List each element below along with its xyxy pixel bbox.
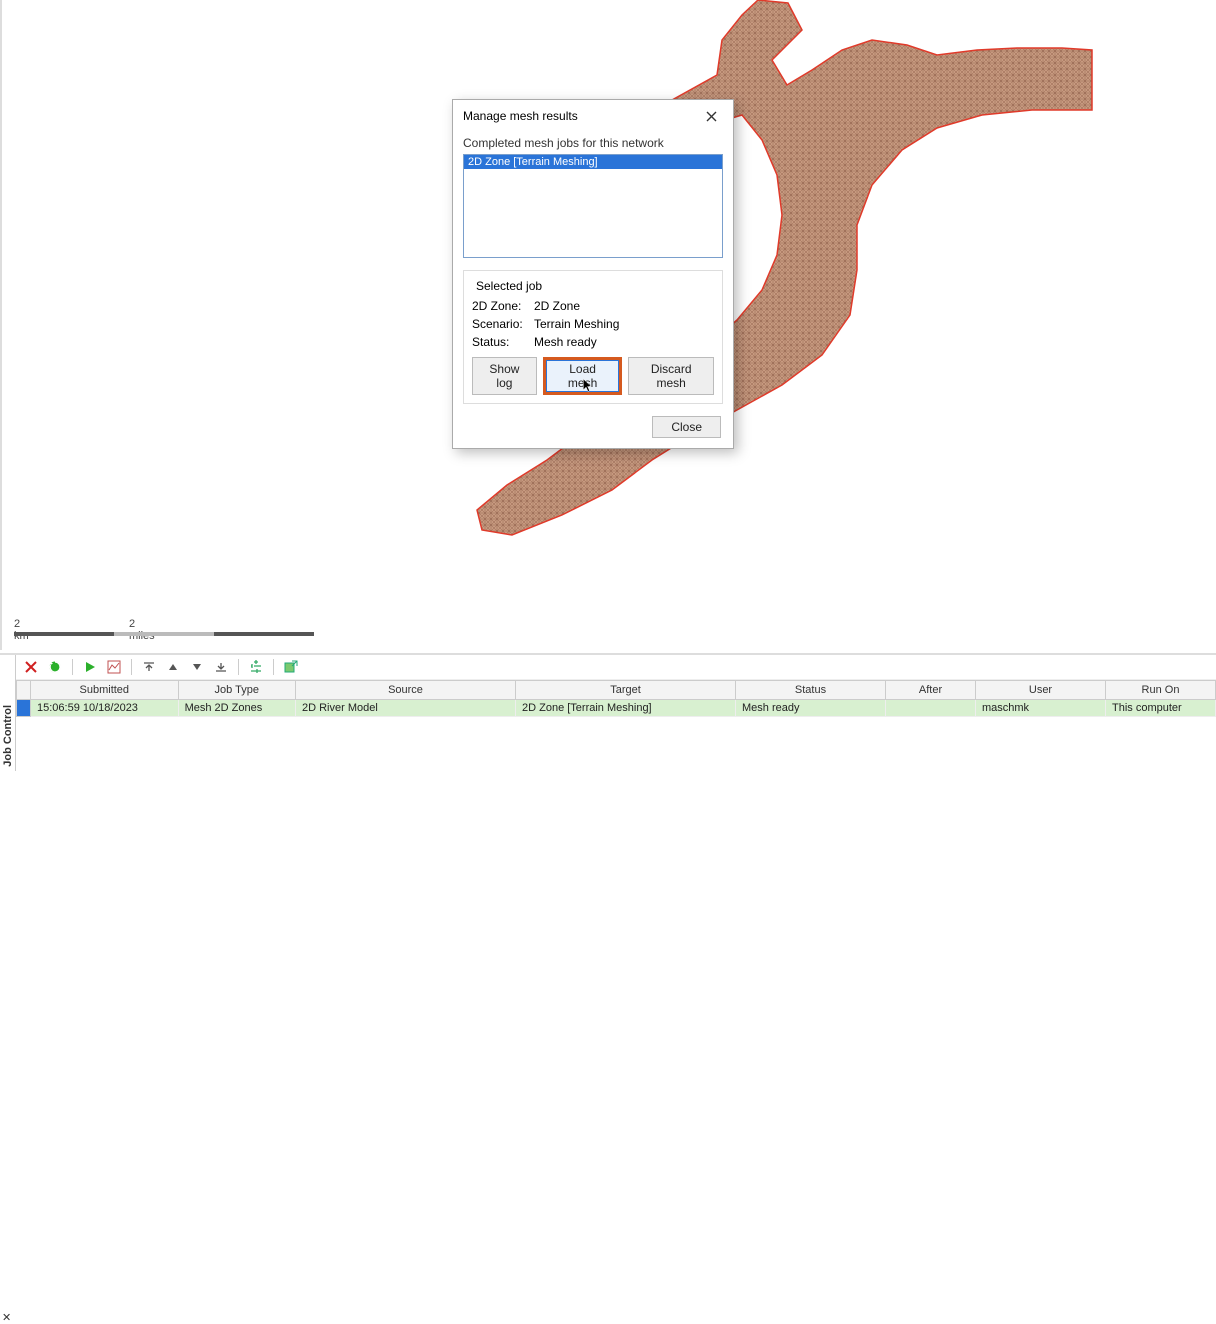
job-grid[interactable]: Submitted Job Type Source Target Status … xyxy=(16,680,1216,771)
job-control-tab[interactable]: ✕ Job Control xyxy=(0,655,16,771)
cell-after xyxy=(886,700,976,717)
status-label: Status: xyxy=(472,335,534,349)
col-submitted[interactable]: Submitted xyxy=(31,681,179,700)
job-control-panel: ✕ Job Control Submitted xyxy=(0,653,1216,771)
cell-source: 2D River Model xyxy=(296,700,516,717)
cell-target: 2D Zone [Terrain Meshing] xyxy=(516,700,736,717)
delete-icon[interactable] xyxy=(22,658,40,676)
job-list[interactable]: 2D Zone [Terrain Meshing] xyxy=(463,154,723,258)
col-source[interactable]: Source xyxy=(296,681,516,700)
chart-icon[interactable] xyxy=(105,658,123,676)
row-selector[interactable] xyxy=(17,700,31,717)
scenario-value: Terrain Meshing xyxy=(534,317,714,331)
completed-jobs-label: Completed mesh jobs for this network xyxy=(463,136,723,150)
panel-close-icon[interactable]: ✕ xyxy=(2,1311,11,1324)
scale-km-label: 2 km xyxy=(14,618,29,642)
col-status[interactable]: Status xyxy=(736,681,886,700)
col-user[interactable]: User xyxy=(976,681,1106,700)
top-icon[interactable] xyxy=(140,658,158,676)
scenario-label: Scenario: xyxy=(472,317,534,331)
cell-user: maschmk xyxy=(976,700,1106,717)
scale-miles-label: 2 miles xyxy=(129,618,155,642)
load-mesh-button[interactable]: Load mesh xyxy=(543,357,623,395)
refresh-icon[interactable] xyxy=(46,658,64,676)
selected-job-group-title: Selected job xyxy=(472,279,546,293)
zone-value: 2D Zone xyxy=(534,299,714,313)
job-control-tab-label: Job Control xyxy=(2,705,14,767)
play-icon[interactable] xyxy=(81,658,99,676)
zone-label: 2D Zone: xyxy=(472,299,534,313)
col-runon[interactable]: Run On xyxy=(1106,681,1216,700)
bottom-icon[interactable] xyxy=(212,658,230,676)
discard-mesh-button[interactable]: Discard mesh xyxy=(628,357,714,395)
status-value: Mesh ready xyxy=(534,335,714,349)
cell-jobtype: Mesh 2D Zones xyxy=(178,700,295,717)
manage-mesh-results-dialog: Manage mesh results Completed mesh jobs … xyxy=(452,99,734,449)
col-target[interactable]: Target xyxy=(516,681,736,700)
dialog-title-text: Manage mesh results xyxy=(463,109,578,123)
cell-submitted: 15:06:59 10/18/2023 xyxy=(31,700,179,717)
close-icon[interactable] xyxy=(699,106,723,126)
cell-status: Mesh ready xyxy=(736,700,886,717)
up-icon[interactable] xyxy=(164,658,182,676)
grid-corner xyxy=(17,681,31,700)
col-jobtype[interactable]: Job Type xyxy=(178,681,295,700)
cell-runon: This computer xyxy=(1106,700,1216,717)
load-mesh-button-label: Load mesh xyxy=(568,362,597,390)
job-list-item-selected[interactable]: 2D Zone [Terrain Meshing] xyxy=(464,155,722,169)
col-after[interactable]: After xyxy=(886,681,976,700)
show-log-button[interactable]: Show log xyxy=(472,357,537,395)
close-button[interactable]: Close xyxy=(652,416,721,438)
down-icon[interactable] xyxy=(188,658,206,676)
job-control-toolbar xyxy=(16,655,1216,680)
table-row[interactable]: 15:06:59 10/18/2023 Mesh 2D Zones 2D Riv… xyxy=(17,700,1216,717)
options-icon[interactable] xyxy=(247,658,265,676)
export-icon[interactable] xyxy=(282,658,300,676)
selected-job-group: Selected job 2D Zone: 2D Zone Scenario: … xyxy=(463,270,723,404)
dialog-titlebar[interactable]: Manage mesh results xyxy=(453,100,733,132)
